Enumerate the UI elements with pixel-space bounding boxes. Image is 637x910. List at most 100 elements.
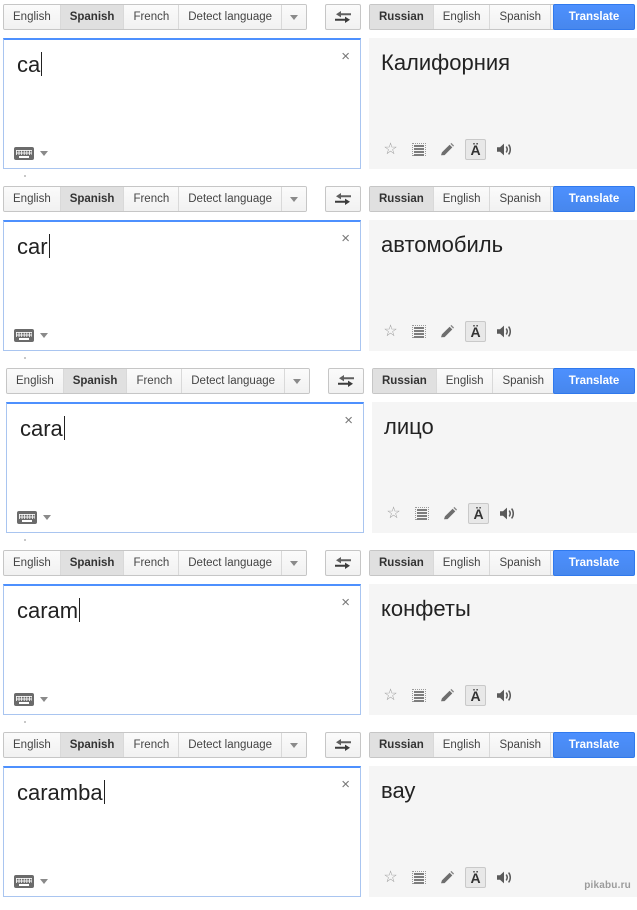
speaker-icon[interactable] (495, 322, 514, 341)
dst-tab-russian[interactable]: Russian (370, 187, 434, 211)
source-text-area[interactable]: caramba × (3, 766, 361, 897)
clear-input-button[interactable]: × (341, 777, 350, 792)
translate-button[interactable]: Translate (553, 4, 635, 30)
clear-input-button[interactable]: × (341, 595, 350, 610)
dst-tab-russian[interactable]: Russian (373, 369, 437, 393)
translation-text: Калифорния (381, 50, 511, 75)
keyboard-icon[interactable] (14, 329, 34, 342)
speaker-icon[interactable] (495, 140, 514, 159)
dst-tab-english[interactable]: English (433, 551, 491, 575)
keyboard-icon[interactable] (14, 693, 34, 706)
source-text-area[interactable]: car × (3, 220, 361, 351)
diacritics-icon[interactable]: Ä (465, 867, 486, 888)
edit-pencil-icon (440, 142, 454, 155)
clear-input-button[interactable]: × (344, 413, 353, 428)
edit-pencil-icon[interactable] (437, 140, 456, 159)
source-text-area[interactable]: cara × (6, 402, 364, 533)
dst-language-tabs[interactable]: Russian English Spanish (369, 186, 577, 212)
edit-pencil-icon[interactable] (437, 686, 456, 705)
separator-artifact (24, 721, 26, 723)
dst-language-tabs[interactable]: Russian English Spanish (369, 732, 577, 758)
keyboard-icon[interactable] (14, 875, 34, 888)
edit-pencil-icon (443, 506, 457, 519)
dst-tab-spanish[interactable]: Spanish (490, 187, 552, 211)
transliteration-list-icon[interactable] (412, 504, 431, 523)
dst-tab-spanish[interactable]: Spanish (490, 551, 552, 575)
dst-tab-russian[interactable]: Russian (370, 5, 434, 29)
dst-language-tabs[interactable]: Russian English Spanish (372, 368, 580, 394)
dst-tab-english[interactable]: English (433, 733, 491, 757)
watermark: pikabu.ru (584, 880, 631, 891)
translation-output-panel: конфеты ☆ Ä (369, 584, 637, 715)
keyboard-icon[interactable] (14, 147, 34, 160)
transliteration-list-icon[interactable] (409, 322, 428, 341)
output-actions: ☆ Ä (381, 139, 514, 160)
keyboard-chevron-down-icon[interactable] (40, 333, 48, 338)
edit-pencil-icon[interactable] (437, 868, 456, 887)
dst-tab-english[interactable]: English (433, 187, 491, 211)
speaker-icon (497, 689, 511, 702)
keyboard-chevron-down-icon[interactable] (43, 515, 51, 520)
output-actions: ☆ Ä (381, 685, 514, 706)
translation-output-panel: лицо ☆ Ä (372, 402, 637, 533)
translation-text: конфеты (381, 596, 471, 621)
transliteration-list-icon[interactable] (409, 140, 428, 159)
source-text-area[interactable]: ca × (3, 38, 361, 169)
translation-text: лицо (384, 414, 434, 439)
diacritics-icon[interactable]: Ä (468, 503, 489, 524)
dst-tab-spanish[interactable]: Spanish (493, 369, 555, 393)
translate-sequence-screenshot: English Spanish French Detect language Russi… (0, 0, 637, 910)
speaker-icon[interactable] (495, 868, 514, 887)
diacritics-icon[interactable]: Ä (465, 321, 486, 342)
star-icon[interactable]: ☆ (381, 322, 400, 341)
translate-row: English Spanish French Detect language Russi… (0, 182, 637, 364)
translate-button[interactable]: Translate (553, 368, 635, 394)
edit-pencil-icon[interactable] (437, 322, 456, 341)
translate-button[interactable]: Translate (553, 732, 635, 758)
dst-language-tabs[interactable]: Russian English Spanish (369, 4, 577, 30)
keyboard-control (14, 693, 48, 706)
separator-artifact (24, 539, 26, 541)
dst-language-tabs[interactable]: Russian English Spanish (369, 550, 577, 576)
edit-pencil-icon (440, 688, 454, 701)
text-caret (79, 598, 81, 622)
edit-pencil-icon[interactable] (440, 504, 459, 523)
speaker-icon[interactable] (498, 504, 517, 523)
dst-tab-spanish[interactable]: Spanish (490, 5, 552, 29)
clear-input-button[interactable]: × (341, 231, 350, 246)
dst-tab-russian[interactable]: Russian (370, 551, 434, 575)
text-caret (41, 52, 43, 76)
diacritics-icon[interactable]: Ä (465, 139, 486, 160)
edit-pencil-icon (440, 870, 454, 883)
keyboard-icon[interactable] (17, 511, 37, 524)
star-icon[interactable]: ☆ (381, 140, 400, 159)
dst-tab-russian[interactable]: Russian (370, 733, 434, 757)
keyboard-chevron-down-icon[interactable] (40, 879, 48, 884)
speaker-icon (497, 143, 511, 156)
speaker-icon[interactable] (495, 686, 514, 705)
clear-input-button[interactable]: × (341, 49, 350, 64)
transliteration-list-icon[interactable] (409, 686, 428, 705)
translate-button[interactable]: Translate (553, 186, 635, 212)
dst-tab-spanish[interactable]: Spanish (490, 733, 552, 757)
translate-row: English Spanish French Detect language Russi… (0, 364, 637, 546)
star-icon[interactable]: ☆ (384, 504, 403, 523)
star-icon[interactable]: ☆ (381, 868, 400, 887)
star-icon[interactable]: ☆ (381, 686, 400, 705)
translate-row: English Spanish French Detect language Russi… (0, 0, 637, 182)
speaker-icon (497, 325, 511, 338)
keyboard-chevron-down-icon[interactable] (40, 151, 48, 156)
edit-pencil-icon (440, 324, 454, 337)
translation-output-panel: автомобиль ☆ Ä (369, 220, 637, 351)
transliteration-list-icon[interactable] (409, 868, 428, 887)
translate-row: English Spanish French Detect language Russi… (0, 546, 637, 728)
keyboard-chevron-down-icon[interactable] (40, 697, 48, 702)
diacritics-icon[interactable]: Ä (465, 685, 486, 706)
dst-tab-english[interactable]: English (436, 369, 494, 393)
source-text: cara (20, 416, 65, 441)
translate-button[interactable]: Translate (553, 550, 635, 576)
dst-tab-english[interactable]: English (433, 5, 491, 29)
translation-output-panel: вау ☆ Äpikabu.ru (369, 766, 637, 897)
translation-text: автомобиль (381, 232, 504, 257)
source-text-area[interactable]: caram × (3, 584, 361, 715)
